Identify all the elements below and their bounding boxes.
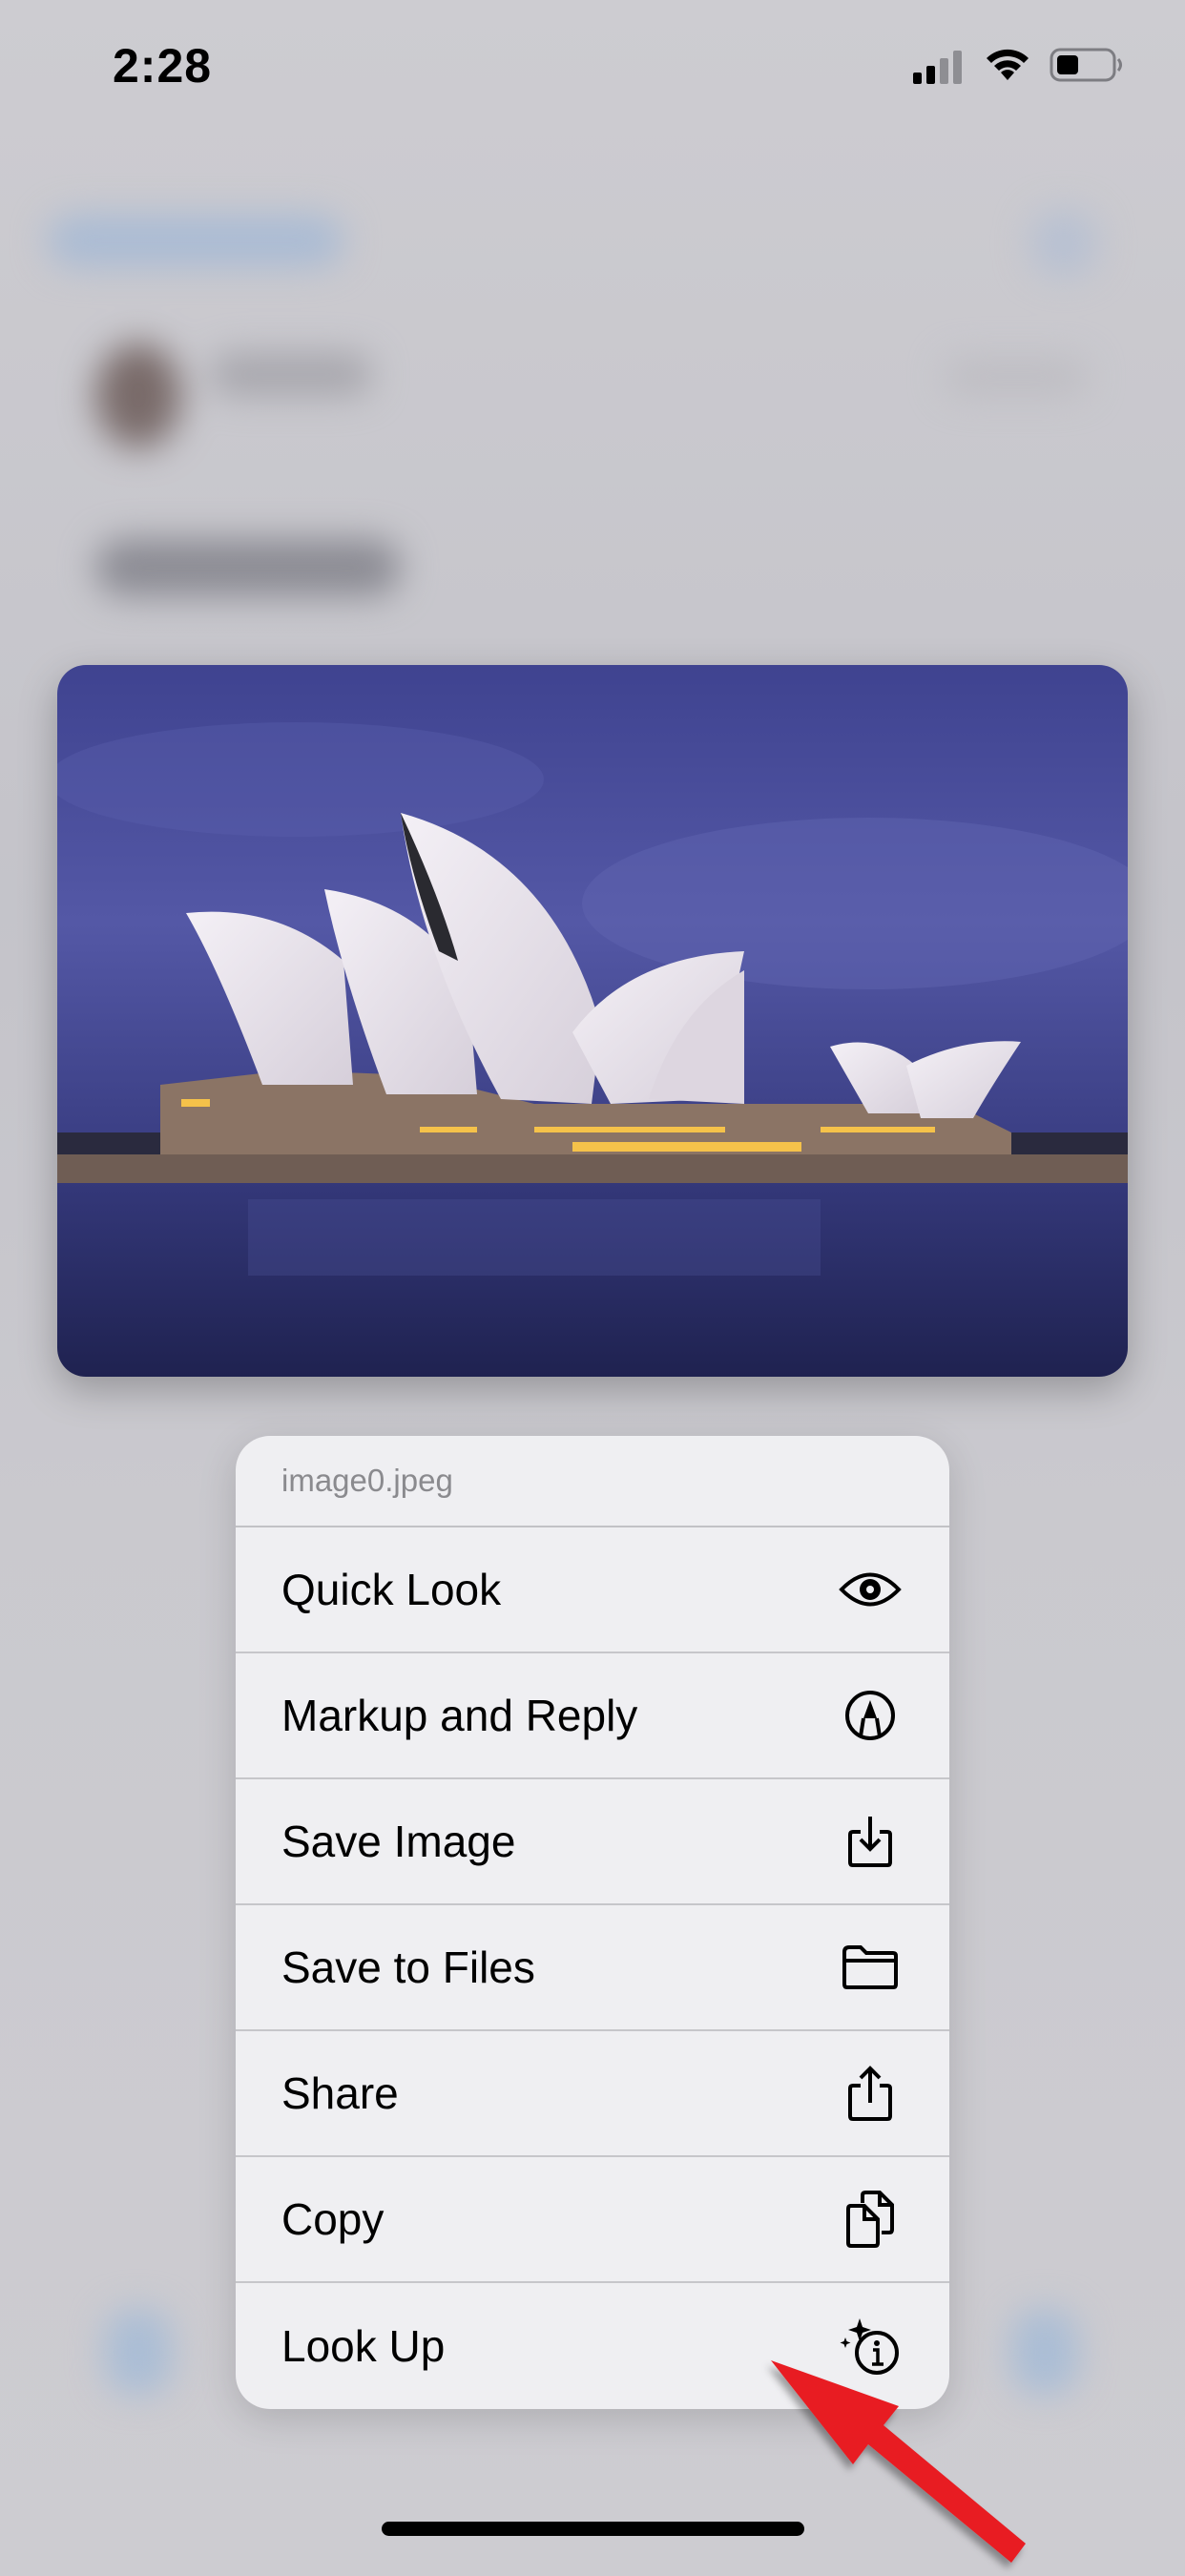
battery-icon [1050, 48, 1122, 82]
menu-title: image0.jpeg [236, 1436, 949, 1527]
menu-item-label: Save Image [281, 1817, 516, 1866]
window-light [534, 1127, 725, 1132]
menu-item-save-to-files[interactable]: Save to Files [236, 1905, 949, 2031]
menu-item-label: Share [281, 2068, 399, 2118]
eye-icon [837, 1556, 904, 1623]
status-bar: 2:28 [0, 0, 1185, 134]
folder-icon [837, 1934, 904, 2001]
window-light [821, 1127, 935, 1132]
arrow-shape [771, 2360, 1026, 2563]
markup-pencil-icon [837, 1682, 904, 1749]
copy-documents-icon [837, 2186, 904, 2253]
quay [57, 1154, 1128, 1183]
menu-item-copy[interactable]: Copy [236, 2157, 949, 2283]
cellular-signal-icon [913, 51, 962, 84]
water-reflection [248, 1199, 821, 1276]
menu-item-label: Quick Look [281, 1565, 502, 1614]
window-light [420, 1127, 477, 1132]
save-download-icon [837, 1808, 904, 1875]
cloud [582, 818, 1128, 989]
menu-item-save-image[interactable]: Save Image [236, 1779, 949, 1905]
menu-item-share[interactable]: Share [236, 2031, 949, 2157]
home-indicator[interactable] [382, 2522, 804, 2536]
menu-item-label: Save to Files [281, 1942, 535, 1992]
context-menu: image0.jpeg Quick Look Markup and Reply … [236, 1436, 949, 2409]
wifi-icon [987, 49, 1029, 80]
menu-item-markup-and-reply[interactable]: Markup and Reply [236, 1653, 949, 1779]
menu-item-quick-look[interactable]: Quick Look [236, 1527, 949, 1653]
menu-item-label: Markup and Reply [281, 1691, 638, 1740]
window-light [572, 1142, 801, 1152]
annotation-arrow [771, 2360, 1026, 2563]
opera-house-photo [57, 665, 1128, 1377]
cloud [57, 722, 544, 837]
menu-item-label: Look Up [281, 2321, 446, 2371]
window-light [181, 1099, 210, 1107]
menu-item-label: Copy [281, 2194, 385, 2244]
status-time: 2:28 [113, 39, 213, 93]
share-icon [837, 2060, 904, 2127]
image-preview[interactable] [57, 665, 1128, 1377]
